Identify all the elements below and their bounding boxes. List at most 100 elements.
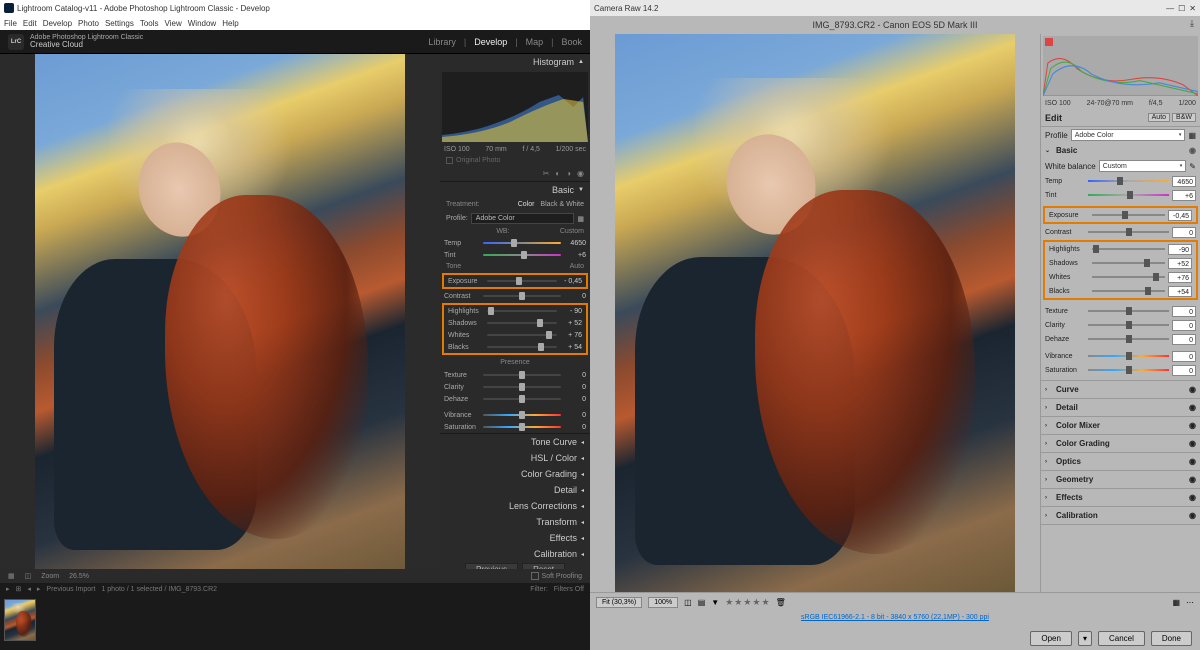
original-photo-toggle[interactable]: Original Photo xyxy=(440,155,590,166)
filters-off[interactable]: Filters Off xyxy=(554,586,584,593)
auto-tone[interactable]: Auto xyxy=(570,263,584,270)
filter-icon[interactable]: ▤ xyxy=(698,598,706,607)
histogram-header[interactable]: Histogram▲ xyxy=(440,54,590,70)
menu-file[interactable]: File xyxy=(4,19,17,28)
acr-exposure-value[interactable]: -0,45 xyxy=(1168,210,1192,221)
acr-vibrance-slider[interactable] xyxy=(1088,355,1169,357)
acr-optics-header[interactable]: ›Optics◉ xyxy=(1041,453,1200,471)
filmstrip-thumb[interactable] xyxy=(4,599,36,641)
menu-window[interactable]: Window xyxy=(188,19,216,28)
acr-calibration-header[interactable]: ›Calibration◉ xyxy=(1041,507,1200,525)
acr-image-info[interactable]: sRGB IEC61966-2.1 - 8 bit - 3840 x 5760 … xyxy=(590,612,1200,626)
acr-clarity-slider[interactable] xyxy=(1088,324,1169,326)
nav-develop[interactable]: Develop xyxy=(474,37,507,47)
menu-photo[interactable]: Photo xyxy=(78,19,99,28)
whites-slider[interactable] xyxy=(487,334,557,336)
acr-dehaze-value[interactable]: 0 xyxy=(1172,334,1196,345)
acr-whites-slider[interactable] xyxy=(1092,276,1165,278)
eye-icon[interactable]: ◉ xyxy=(1189,146,1196,155)
exposure-slider[interactable] xyxy=(487,280,557,282)
heal-icon[interactable]: ◐ xyxy=(555,169,560,178)
profile-select[interactable]: Adobe Color xyxy=(471,213,575,224)
nav-next-icon[interactable]: ▸ xyxy=(37,585,41,593)
close-icon[interactable]: ✕ xyxy=(1189,4,1196,13)
acr-curve-header[interactable]: ›Curve◉ xyxy=(1041,381,1200,399)
acr-texture-slider[interactable] xyxy=(1088,310,1169,312)
acr-tint-slider[interactable] xyxy=(1088,194,1169,196)
nav-map[interactable]: Map xyxy=(526,37,544,47)
compare-icon[interactable]: ◫ xyxy=(684,598,692,607)
dehaze-slider[interactable] xyxy=(483,398,561,400)
acr-detail-header[interactable]: ›Detail◉ xyxy=(1041,399,1200,417)
hsl-header[interactable]: HSL / Color◂ xyxy=(440,450,590,466)
acr-blacks-value[interactable]: +54 xyxy=(1168,286,1192,297)
acr-geometry-header[interactable]: ›Geometry◉ xyxy=(1041,471,1200,489)
acr-tint-value[interactable]: +6 xyxy=(1172,190,1196,201)
acr-image-canvas[interactable] xyxy=(615,34,1015,592)
done-button[interactable]: Done xyxy=(1151,631,1192,646)
acr-profile-select[interactable]: Adobe Color▾ xyxy=(1071,129,1186,141)
menu-edit[interactable]: Edit xyxy=(23,19,37,28)
acr-shadows-slider[interactable] xyxy=(1092,262,1165,264)
lens-header[interactable]: Lens Corrections◂ xyxy=(440,498,590,514)
tonecurve-header[interactable]: Tone Curve◂ xyxy=(440,434,590,450)
acr-highlights-slider[interactable] xyxy=(1092,248,1165,250)
more-icon[interactable]: ⋯ xyxy=(1186,598,1194,607)
acr-clarity-value[interactable]: 0 xyxy=(1172,320,1196,331)
clarity-slider[interactable] xyxy=(483,386,561,388)
grid-icon[interactable]: ⊞ xyxy=(16,585,22,593)
profile-grid-icon[interactable]: ▦ xyxy=(1188,131,1196,140)
saturation-slider[interactable] xyxy=(483,426,561,428)
calibration-header[interactable]: Calibration◂ xyxy=(440,546,590,562)
treatment-color[interactable]: Color xyxy=(518,201,535,208)
menu-view[interactable]: View xyxy=(165,19,182,28)
acr-texture-value[interactable]: 0 xyxy=(1172,306,1196,317)
zoom-100[interactable]: 100% xyxy=(648,597,678,608)
blacks-slider[interactable] xyxy=(487,346,557,348)
acr-colorgrading-header[interactable]: ›Color Grading◉ xyxy=(1041,435,1200,453)
zoom-value[interactable]: 26.5% xyxy=(69,573,89,580)
mask-icon[interactable]: ◑ xyxy=(566,169,571,178)
soft-proofing-toggle[interactable]: Soft Proofing xyxy=(531,572,582,580)
acr-saturation-value[interactable]: 0 xyxy=(1172,365,1196,376)
eyedropper-icon[interactable]: ✎ xyxy=(1189,162,1196,171)
auto-button[interactable]: Auto xyxy=(1148,113,1170,122)
shadows-slider[interactable] xyxy=(487,322,557,324)
acr-contrast-slider[interactable] xyxy=(1088,231,1169,233)
crop-icon[interactable]: ✂ xyxy=(543,169,550,178)
acr-vibrance-value[interactable]: 0 xyxy=(1172,351,1196,362)
acr-temp-slider[interactable] xyxy=(1088,180,1169,182)
highlights-slider[interactable] xyxy=(487,310,557,312)
acr-exposure-slider[interactable] xyxy=(1092,214,1165,216)
acr-effects-header[interactable]: ›Effects◉ xyxy=(1041,489,1200,507)
acr-blacks-slider[interactable] xyxy=(1092,290,1165,292)
effects-header[interactable]: Effects◂ xyxy=(440,530,590,546)
lr-histogram[interactable] xyxy=(442,72,588,142)
nav-book[interactable]: Book xyxy=(561,37,582,47)
acr-temp-value[interactable]: 4650 xyxy=(1172,176,1196,187)
zoom-fit[interactable]: Fit (30,3%) xyxy=(596,597,642,608)
open-dropdown[interactable]: ▾ xyxy=(1078,631,1092,646)
acr-histogram[interactable] xyxy=(1043,36,1198,96)
detail-header[interactable]: Detail◂ xyxy=(440,482,590,498)
menu-settings[interactable]: Settings xyxy=(105,19,134,28)
acr-whites-value[interactable]: +76 xyxy=(1168,272,1192,283)
grid-view-icon[interactable]: ▦ xyxy=(1172,598,1180,607)
contrast-slider[interactable] xyxy=(483,295,561,297)
acr-wb-select[interactable]: Custom▾ xyxy=(1099,160,1187,172)
acr-contrast-value[interactable]: 0 xyxy=(1172,227,1196,238)
trash-icon[interactable]: 🗑 xyxy=(776,598,786,607)
maximize-icon[interactable]: ☐ xyxy=(1178,4,1185,13)
redeye-icon[interactable]: ◉ xyxy=(577,169,584,178)
acr-saturation-slider[interactable] xyxy=(1088,369,1169,371)
vibrance-slider[interactable] xyxy=(483,414,561,416)
menu-help[interactable]: Help xyxy=(222,19,238,28)
tint-slider[interactable] xyxy=(483,254,561,256)
loupe-icon[interactable]: ▦ xyxy=(8,572,15,580)
treatment-bw[interactable]: Black & White xyxy=(540,201,584,208)
minimize-icon[interactable]: — xyxy=(1166,4,1174,13)
menu-tools[interactable]: Tools xyxy=(140,19,159,28)
wb-select[interactable]: Custom xyxy=(560,228,584,235)
source-label[interactable]: Previous Import xyxy=(46,586,95,593)
sort-icon[interactable]: ▼ xyxy=(711,598,719,607)
